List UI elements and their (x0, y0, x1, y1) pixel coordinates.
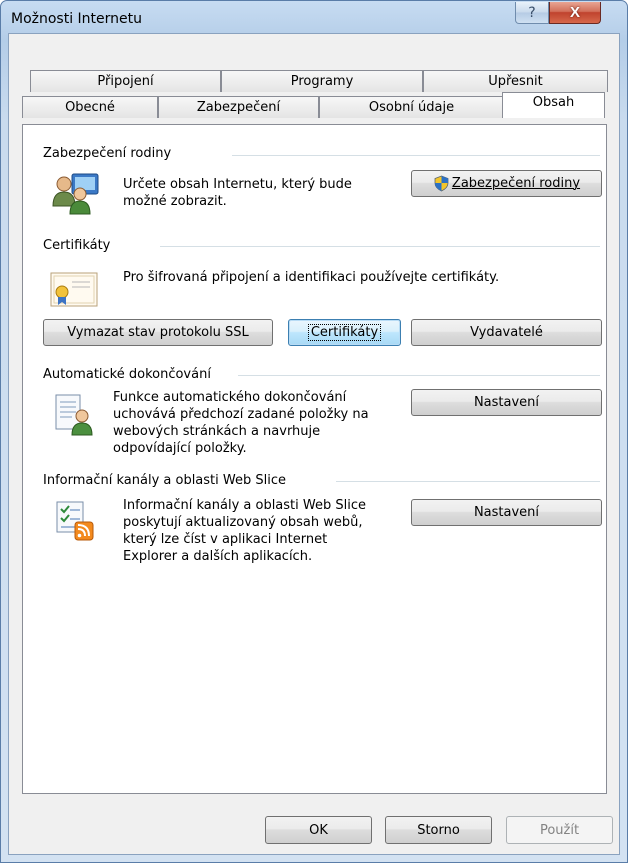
certificate-icon (50, 272, 98, 307)
ok-button[interactable]: OK (265, 816, 372, 844)
shield-icon (434, 175, 449, 192)
window-title: Možnosti Internetu (11, 11, 143, 27)
tab-programs[interactable]: Programy (221, 70, 423, 92)
certificates-button-label: Certifikáty (307, 324, 382, 341)
autocomplete-description-4: odpovídající položky. (113, 441, 247, 456)
apply-button[interactable]: Použít (506, 816, 613, 844)
title-bar[interactable]: Možnosti Internetu ? X (1, 1, 627, 33)
autocomplete-description-2: uchovává předchozí zadané položky na (113, 407, 369, 422)
tab-privacy[interactable]: Osobní údaje (319, 96, 504, 118)
feeds-description-3: který lze číst v aplikaci Internet (123, 532, 328, 547)
tab-label: Připojení (97, 74, 154, 89)
help-button[interactable]: ? (515, 2, 549, 24)
feeds-description-1: Informační kanály a oblasti Web Slice (123, 498, 366, 513)
tab-general[interactable]: Obecné (22, 96, 158, 118)
autocomplete-heading: Automatické dokončování (43, 367, 211, 382)
feeds-heading: Informační kanály a oblasti Web Slice (43, 473, 286, 488)
clear-ssl-state-button[interactable]: Vymazat stav protokolu SSL (43, 319, 273, 346)
help-icon: ? (528, 4, 536, 21)
feeds-settings-button[interactable]: Nastavení (411, 499, 602, 526)
autocomplete-settings-button[interactable]: Nastavení (411, 389, 602, 416)
tab-label: Zabezpečení (196, 100, 281, 115)
family-safety-heading: Zabezpečení rodiny (43, 146, 172, 161)
feeds-divider (336, 481, 600, 482)
tab-label: Upřesnit (488, 74, 543, 89)
autocomplete-settings-label: Nastavení (473, 395, 540, 410)
tab-label: Programy (290, 74, 354, 89)
feeds-description-2: poskytují aktualizovaný obsah webů, (123, 515, 363, 530)
autocomplete-divider (238, 375, 600, 376)
autocomplete-description-1: Funkce automatického dokončování (113, 390, 347, 405)
tab-connections[interactable]: Připojení (30, 70, 221, 92)
family-safety-button[interactable]: Zabezpečení rodiny (411, 170, 602, 197)
feeds-settings-label: Nastavení (473, 505, 540, 520)
certificates-description: Pro šifrovaná připojení a identifikaci p… (123, 270, 500, 285)
family-safety-description-2: možné zobrazit. (123, 194, 227, 209)
certificates-button[interactable]: Certifikáty (288, 319, 401, 346)
autocomplete-description-3: webových stránkách a navrhuje (113, 424, 321, 439)
internet-options-window: Možnosti Internetu ? X Připojení Program… (0, 0, 628, 863)
feeds-description-4: Explorer a dalších aplikacích. (123, 549, 313, 564)
tab-security[interactable]: Zabezpečení (158, 96, 319, 118)
family-safety-button-label: Zabezpečení rodiny (451, 176, 581, 191)
feeds-icon (56, 501, 94, 541)
clear-ssl-state-label: Vymazat stav protokolu SSL (67, 325, 249, 340)
ok-button-label: OK (309, 822, 328, 838)
family-safety-icon (52, 173, 99, 215)
publishers-button[interactable]: Vydavatelé (411, 319, 602, 346)
tab-label: Obsah (532, 95, 575, 110)
cancel-button-label: Storno (417, 822, 460, 838)
certificates-heading: Certifikáty (43, 238, 111, 253)
family-safety-divider (232, 155, 600, 156)
publishers-button-label: Vydavatelé (470, 325, 543, 340)
tab-label: Obecné (65, 100, 115, 115)
apply-button-label: Použít (539, 822, 580, 838)
autocomplete-icon (55, 394, 93, 436)
tab-advanced[interactable]: Upřesnit (423, 70, 608, 92)
close-button[interactable]: X (549, 2, 601, 24)
content-tab-panel: Zabezpečení rodiny Určete obsah Internet… (22, 124, 607, 794)
certificates-divider (160, 246, 600, 247)
close-icon: X (569, 4, 580, 21)
family-safety-description-1: Určete obsah Internetu, který bude (123, 177, 352, 192)
cancel-button[interactable]: Storno (385, 816, 492, 844)
tab-content[interactable]: Obsah (502, 92, 605, 118)
tab-label: Osobní údaje (368, 100, 455, 115)
